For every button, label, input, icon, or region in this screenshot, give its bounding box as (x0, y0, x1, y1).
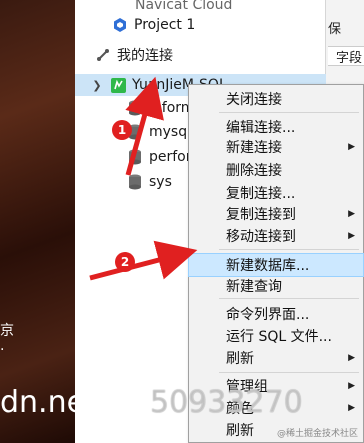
annotation-arrows (89, 76, 198, 281)
annotation-badge-2: 2 (115, 252, 135, 272)
annotation-arrow-1 (125, 76, 164, 176)
site-watermark: @稀土掘金技术社区 (276, 429, 358, 439)
annotation-badge-1: 1 (112, 120, 132, 140)
